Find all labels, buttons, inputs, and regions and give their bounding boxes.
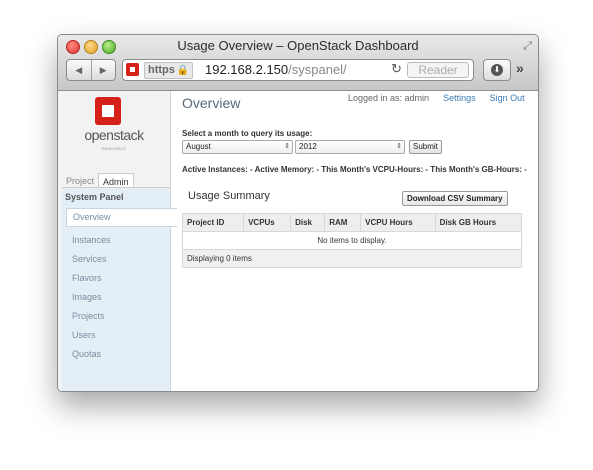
url-scheme: https bbox=[148, 64, 175, 76]
select-arrows-icon: ⇕ bbox=[396, 143, 402, 150]
close-window-button[interactable] bbox=[66, 40, 80, 54]
download-icon: ⬇ bbox=[491, 64, 503, 76]
col-disk[interactable]: Disk bbox=[290, 213, 326, 232]
lock-icon: 🔒 bbox=[176, 65, 190, 76]
openstack-logo-icon bbox=[95, 97, 121, 125]
col-vcpu-hours[interactable]: VCPU Hours bbox=[360, 213, 436, 232]
sidebar-item-flavors[interactable]: Flavors bbox=[72, 272, 170, 284]
month-select[interactable]: August ⇕ bbox=[182, 140, 293, 154]
empty-message: No items to display. bbox=[182, 231, 522, 250]
logo-text: openstack bbox=[84, 127, 144, 143]
table-footer-row: Displaying 0 items bbox=[182, 249, 522, 268]
forward-icon[interactable]: ▶ bbox=[90, 60, 116, 80]
usage-summary-title: Usage Summary bbox=[188, 190, 270, 202]
url-host: 192.168.2.150 bbox=[205, 62, 289, 77]
top-nav: Logged in as: admin Settings Sign Out bbox=[348, 93, 525, 103]
logo-subtext: RACKSPACE bbox=[101, 146, 127, 151]
system-panel: System Panel Overview Instances Services… bbox=[62, 187, 177, 391]
back-forward-buttons: ◀ ▶ bbox=[66, 59, 116, 81]
window-title: Usage Overview – OpenStack Dashboard bbox=[177, 38, 419, 53]
page-title: Overview bbox=[182, 95, 241, 111]
sidebar-item-images[interactable]: Images bbox=[72, 291, 170, 303]
more-toolbar-icon[interactable]: » bbox=[516, 60, 524, 76]
sidebar-item-quotas[interactable]: Quotas bbox=[72, 348, 170, 360]
address-bar[interactable]: https 🔒 192.168.2.150/syspanel/ ↻ Reader bbox=[122, 59, 474, 81]
downloads-button[interactable]: ⬇ bbox=[483, 59, 511, 81]
fullscreen-icon[interactable]: ⤢ bbox=[523, 40, 532, 53]
col-ram[interactable]: RAM bbox=[324, 213, 362, 232]
site-favicon-icon bbox=[126, 63, 139, 76]
submit-button[interactable]: Submit bbox=[409, 140, 442, 154]
url-path: /syspanel/ bbox=[288, 62, 347, 77]
table-header-row: Project ID VCPUs Disk RAM VCPU Hours Dis… bbox=[181, 213, 523, 232]
logged-in-text: Logged in as: admin bbox=[348, 93, 430, 103]
query-label: Select a month to query its usage: bbox=[182, 129, 313, 138]
col-disk-gb-hours[interactable]: Disk GB Hours bbox=[434, 213, 523, 232]
https-badge: https 🔒 bbox=[144, 62, 194, 79]
sidebar-item-instances[interactable]: Instances bbox=[72, 234, 170, 246]
month-value: August bbox=[186, 142, 211, 151]
sidebar-item-services[interactable]: Services bbox=[72, 253, 170, 265]
zoom-window-button[interactable] bbox=[102, 40, 116, 54]
minimize-window-button[interactable] bbox=[84, 40, 98, 54]
settings-link[interactable]: Settings bbox=[443, 93, 476, 103]
reader-button[interactable]: Reader bbox=[407, 62, 469, 78]
url-text[interactable]: 192.168.2.150/syspanel/ bbox=[205, 62, 347, 78]
download-csv-button[interactable]: Download CSV Summary bbox=[402, 191, 508, 206]
item-count: Displaying 0 items bbox=[182, 249, 522, 268]
year-select[interactable]: 2012 ⇕ bbox=[295, 140, 405, 154]
col-project-id[interactable]: Project ID bbox=[181, 213, 245, 232]
browser-window: Usage Overview – OpenStack Dashboard ⤢ ◀… bbox=[57, 34, 539, 392]
title-bar: Usage Overview – OpenStack Dashboard ⤢ ◀… bbox=[58, 35, 538, 91]
usage-table: Project ID VCPUs Disk RAM VCPU Hours Dis… bbox=[181, 213, 523, 268]
reload-icon[interactable]: ↻ bbox=[391, 61, 402, 77]
select-arrows-icon: ⇕ bbox=[284, 143, 290, 150]
sidebar-item-projects[interactable]: Projects bbox=[72, 310, 170, 322]
usage-summary-text: Active Instances: - Active Memory: - Thi… bbox=[182, 165, 527, 174]
sign-out-link[interactable]: Sign Out bbox=[490, 93, 525, 103]
sidebar-item-users[interactable]: Users bbox=[72, 329, 170, 341]
back-icon[interactable]: ◀ bbox=[67, 60, 91, 80]
main-content: Overview Logged in as: admin Settings Sign… bbox=[181, 91, 532, 391]
sidebar-item-overview[interactable]: Overview bbox=[66, 208, 177, 227]
panel-title: System Panel bbox=[65, 192, 124, 202]
table-row: No items to display. bbox=[182, 231, 522, 250]
col-vcpus[interactable]: VCPUs bbox=[243, 213, 292, 232]
year-value: 2012 bbox=[299, 142, 317, 151]
sidebar: openstack RACKSPACE Project Admin System… bbox=[58, 91, 177, 391]
